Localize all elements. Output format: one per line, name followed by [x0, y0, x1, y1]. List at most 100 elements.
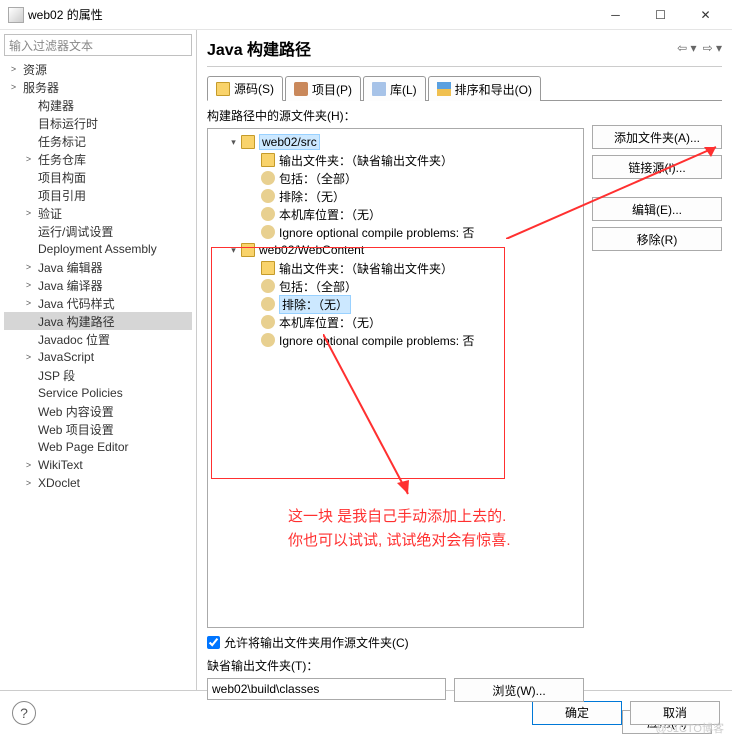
- expander-icon[interactable]: >: [8, 64, 19, 75]
- sidebar-item[interactable]: Javadoc 位置: [4, 330, 192, 348]
- back-icon[interactable]: ⇦ ▾: [677, 41, 696, 55]
- category-tree[interactable]: > 资源>服务器构建器目标运行时任务标记 > 任务仓库项目构面项目引用>验证运行/调试…: [4, 56, 192, 686]
- tab-icon: [216, 82, 230, 96]
- tab[interactable]: 库(L): [363, 76, 426, 101]
- sidebar-item[interactable]: 项目构面: [4, 168, 192, 186]
- source-folder-tree[interactable]: ▾web02/src输出文件夹：（缺省输出文件夹）包括：（全部）排除：（无）本机…: [207, 128, 584, 628]
- sidebar-item-label: Web Page Editor: [38, 440, 129, 454]
- sidebar-item[interactable]: >Java 编译器: [4, 276, 192, 294]
- sidebar-item[interactable]: >Java 代码样式: [4, 294, 192, 312]
- sidebar-item[interactable]: > JavaScript: [4, 348, 192, 366]
- sidebar-item[interactable]: Java 构建路径: [4, 312, 192, 330]
- sidebar-item[interactable]: 运行/调试设置: [4, 222, 192, 240]
- sidebar-item-label: 资源: [23, 61, 47, 78]
- tree-row[interactable]: 输出文件夹：（缺省输出文件夹）: [212, 259, 579, 277]
- ok-button[interactable]: 确定: [532, 701, 622, 725]
- expander-icon[interactable]: >: [23, 478, 34, 489]
- tree-row[interactable]: 包括：（全部）: [212, 277, 579, 295]
- tree-row[interactable]: 输出文件夹：（缺省输出文件夹）: [212, 151, 579, 169]
- filter-input[interactable]: 输入过滤器文本: [4, 34, 192, 56]
- content-area: Java 构建路径 ⇦ ▾ ⇨ ▾ 源码(S)项目(P)库(L)排序和导出(O)…: [197, 30, 732, 690]
- tree-label: 输出文件夹：（缺省输出文件夹）: [279, 260, 453, 277]
- tree-row[interactable]: Ignore optional compile problems: 否: [212, 223, 579, 241]
- sidebar-item[interactable]: > WikiText: [4, 456, 192, 474]
- tree-row[interactable]: 本机库位置：（无）: [212, 205, 579, 223]
- sidebar-item-label: JavaScript: [38, 350, 94, 364]
- expander-icon[interactable]: >: [23, 154, 34, 165]
- edit-button[interactable]: 编辑(E)...: [592, 197, 722, 221]
- sidebar-item-label: 任务仓库: [38, 151, 86, 168]
- window-title: web02 的属性: [28, 6, 593, 23]
- sidebar-item-label: 构建器: [38, 97, 74, 114]
- tree-row[interactable]: 排除：（无）: [212, 187, 579, 205]
- sidebar-item[interactable]: 任务标记: [4, 132, 192, 150]
- expander-icon[interactable]: >: [23, 460, 34, 471]
- tree-row[interactable]: Ignore optional compile problems: 否: [212, 331, 579, 349]
- sidebar-item[interactable]: 项目引用: [4, 186, 192, 204]
- sidebar-item[interactable]: Web 内容设置: [4, 402, 192, 420]
- expander-icon[interactable]: >: [23, 352, 34, 363]
- property-icon: [261, 333, 275, 347]
- forward-icon[interactable]: ⇨ ▾: [703, 41, 722, 55]
- tree-row[interactable]: ▾web02/src: [212, 133, 579, 151]
- property-icon: [261, 297, 275, 311]
- sidebar-item-label: JSP 段: [38, 367, 75, 384]
- expander-icon[interactable]: ▾: [228, 245, 239, 256]
- maximize-button[interactable]: ☐: [638, 1, 683, 29]
- close-button[interactable]: ✕: [683, 1, 728, 29]
- tree-row[interactable]: 本机库位置：（无）: [212, 313, 579, 331]
- default-output-label: 缺省输出文件夹(T)：: [207, 657, 584, 674]
- tree-label: 包括：（全部）: [279, 278, 357, 295]
- allow-output-checkbox[interactable]: [207, 636, 220, 649]
- expander-icon[interactable]: >: [23, 208, 34, 219]
- property-icon: [261, 207, 275, 221]
- allow-output-as-source-check[interactable]: 允许将输出文件夹用作源文件夹(C): [207, 634, 584, 651]
- source-folders-label: 构建路径中的源文件夹(H)：: [207, 107, 584, 124]
- sidebar-item-label: Javadoc 位置: [38, 331, 110, 348]
- tab-bar: 源码(S)项目(P)库(L)排序和导出(O): [207, 75, 722, 101]
- expander-icon[interactable]: >: [23, 262, 34, 273]
- tree-row[interactable]: 包括：（全部）: [212, 169, 579, 187]
- sidebar-item[interactable]: Deployment Assembly: [4, 240, 192, 258]
- sidebar-item[interactable]: >Java 编辑器: [4, 258, 192, 276]
- sidebar-item-label: WikiText: [38, 458, 83, 472]
- expander-icon[interactable]: >: [8, 82, 19, 93]
- sidebar-item[interactable]: > 任务仓库: [4, 150, 192, 168]
- property-icon: [261, 225, 275, 239]
- sidebar-item[interactable]: Web 项目设置: [4, 420, 192, 438]
- sidebar-item-label: 运行/调试设置: [38, 223, 113, 240]
- expander-icon[interactable]: >: [23, 298, 34, 309]
- browse-button[interactable]: 浏览(W)...: [454, 678, 584, 702]
- help-icon[interactable]: ?: [12, 701, 36, 725]
- sidebar-item-label: 任务标记: [38, 133, 86, 150]
- sidebar-item[interactable]: >验证: [4, 204, 192, 222]
- property-icon: [261, 315, 275, 329]
- sidebar-item[interactable]: >XDoclet: [4, 474, 192, 492]
- tab[interactable]: 项目(P): [285, 76, 361, 101]
- remove-button[interactable]: 移除(R): [592, 227, 722, 251]
- tree-row[interactable]: 排除：（无）: [212, 295, 579, 313]
- tab[interactable]: 排序和导出(O): [428, 76, 541, 101]
- sidebar-item[interactable]: Web Page Editor: [4, 438, 192, 456]
- sidebar-item[interactable]: > 资源: [4, 60, 192, 78]
- sidebar-item[interactable]: 目标运行时: [4, 114, 192, 132]
- folder-icon: [241, 135, 255, 149]
- sidebar-item[interactable]: Service Policies: [4, 384, 192, 402]
- property-icon: [261, 171, 275, 185]
- tab[interactable]: 源码(S): [207, 76, 283, 101]
- expander-icon[interactable]: >: [23, 280, 34, 291]
- add-folder-button[interactable]: 添加文件夹(A)...: [592, 125, 722, 149]
- tab-icon: [372, 82, 386, 96]
- sidebar-item-label: 项目引用: [38, 187, 86, 204]
- tree-label: Ignore optional compile problems: 否: [279, 332, 474, 349]
- sidebar-item[interactable]: JSP 段: [4, 366, 192, 384]
- link-source-button[interactable]: 链接源(I)...: [592, 155, 722, 179]
- sidebar-item[interactable]: >服务器: [4, 78, 192, 96]
- sidebar-item-label: 目标运行时: [38, 115, 98, 132]
- tree-row[interactable]: ▾web02/WebContent: [212, 241, 579, 259]
- sidebar-item[interactable]: 构建器: [4, 96, 192, 114]
- default-output-field[interactable]: [207, 678, 446, 700]
- minimize-button[interactable]: ─: [593, 1, 638, 29]
- nav-arrows[interactable]: ⇦ ▾ ⇨ ▾: [677, 41, 722, 55]
- expander-icon[interactable]: ▾: [228, 137, 239, 148]
